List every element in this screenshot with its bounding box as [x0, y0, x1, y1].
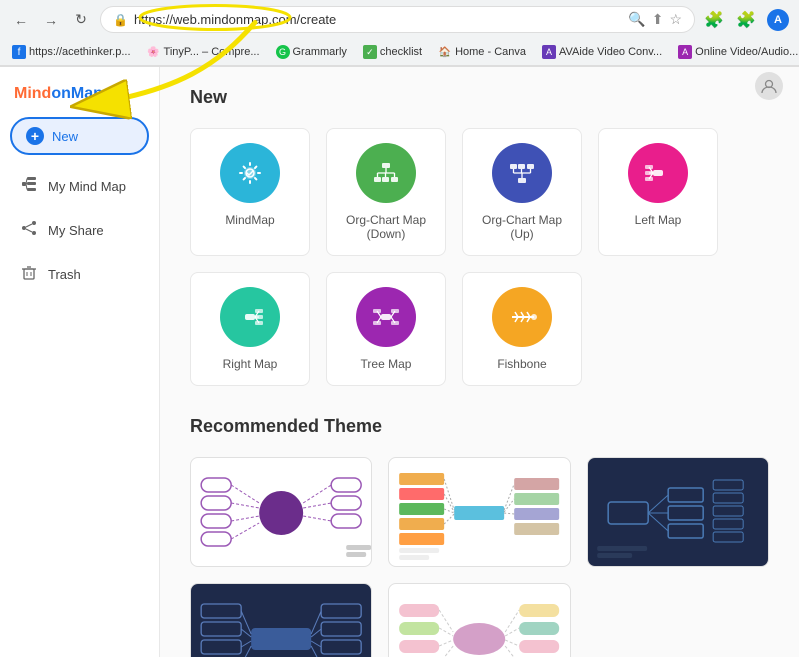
sidebar: MindonMap + New	[0, 67, 160, 657]
share-icon: ⬆	[652, 11, 664, 28]
mindmap-circle	[220, 143, 280, 203]
theme-preview-0	[191, 458, 371, 567]
bookmark-3[interactable]: ✓ checklist	[359, 43, 426, 61]
sidebar-item-trash[interactable]: Trash	[6, 253, 153, 296]
extension-btn[interactable]: 🧩	[701, 7, 727, 33]
search-icon: 🔍	[628, 11, 645, 28]
mindmap-label: MindMap	[225, 213, 274, 227]
orgup-label: Org-Chart Map (Up)	[477, 213, 567, 241]
fishbone-circle	[492, 287, 552, 347]
nav-buttons: ← → ↻	[8, 7, 94, 33]
bookmark-icon: ☆	[669, 11, 682, 28]
trash-label: Trash	[48, 267, 81, 282]
map-card-orgup[interactable]: Org-Chart Map (Up)	[462, 128, 582, 256]
orgup-circle	[492, 143, 552, 203]
trash-icon	[20, 263, 38, 286]
theme-card-2[interactable]	[587, 457, 769, 567]
map-card-orgdown[interactable]: Org-Chart Map (Down)	[326, 128, 446, 256]
recommended-title: Recommended Theme	[190, 416, 769, 437]
profile-area	[755, 72, 783, 100]
theme-card-3[interactable]	[190, 583, 372, 657]
bookmark-4[interactable]: 🏠 Home - Canva	[434, 43, 530, 61]
theme-preview-3	[191, 584, 371, 657]
theme-card-1[interactable]	[388, 457, 570, 567]
profile-btn[interactable]: A	[765, 7, 791, 33]
mymindmap-label: My Mind Map	[48, 179, 126, 194]
orgdown-circle	[356, 143, 416, 203]
bookmarks-bar: f https://acethinker.p... 🌸 TinyP... – C…	[0, 39, 799, 66]
app-container: MindonMap + New	[0, 67, 799, 657]
leftmap-circle	[628, 143, 688, 203]
main-content: New MindMap	[160, 67, 799, 657]
extension2-btn[interactable]: 🧩	[733, 7, 759, 33]
sidebar-item-myshare[interactable]: My Share	[6, 209, 153, 252]
bookmark-6[interactable]: A Online Video/Audio...	[674, 43, 799, 61]
orgdown-label: Org-Chart Map (Down)	[341, 213, 431, 241]
leftmap-label: Left Map	[635, 213, 682, 227]
map-card-rightmap[interactable]: Right Map	[190, 272, 310, 386]
treemap-label: Tree Map	[361, 357, 412, 371]
myshare-label: My Share	[48, 223, 104, 238]
sidebar-item-mymindmap[interactable]: My Mind Map	[6, 165, 153, 208]
map-card-mindmap[interactable]: MindMap	[190, 128, 310, 256]
share-icon	[20, 219, 38, 242]
new-section-title: New	[190, 87, 769, 108]
reload-button[interactable]: ↻	[68, 7, 94, 33]
lock-icon: 🔒	[113, 13, 128, 27]
treemap-circle	[356, 287, 416, 347]
theme-card-4[interactable]	[388, 583, 570, 657]
theme-preview-4	[389, 584, 569, 657]
browser-icons: 🧩 🧩 A	[701, 7, 791, 33]
mindmap-icon	[20, 175, 38, 198]
back-button[interactable]: ←	[8, 7, 34, 33]
logo: MindonMap	[0, 77, 159, 117]
browser-toolbar: ← → ↻ 🔒 🔍 ⬆ ☆ 🧩 🧩 A	[0, 0, 799, 39]
logo-text: MindonMap	[14, 85, 103, 103]
map-type-grid: MindMap	[190, 128, 769, 386]
bookmark-5[interactable]: A AVAide Video Conv...	[538, 43, 666, 61]
theme-card-0[interactable]	[190, 457, 372, 567]
rightmap-circle	[220, 287, 280, 347]
theme-preview-1	[389, 458, 569, 567]
theme-grid	[190, 457, 769, 657]
fishbone-label: Fishbone	[497, 357, 546, 371]
map-card-fishbone[interactable]: Fishbone	[462, 272, 582, 386]
bookmark-0[interactable]: f https://acethinker.p...	[8, 43, 135, 61]
browser-chrome: ← → ↻ 🔒 🔍 ⬆ ☆ 🧩 🧩 A f https	[0, 0, 799, 67]
forward-button[interactable]: →	[38, 7, 64, 33]
map-card-leftmap[interactable]: Left Map	[598, 128, 718, 256]
rightmap-label: Right Map	[223, 357, 278, 371]
theme-preview-2	[588, 458, 768, 567]
map-card-treemap[interactable]: Tree Map	[326, 272, 446, 386]
profile-icon[interactable]	[755, 72, 783, 100]
new-label: New	[52, 129, 78, 144]
new-button[interactable]: + New	[10, 117, 149, 155]
address-bar[interactable]: 🔒 🔍 ⬆ ☆	[100, 6, 695, 33]
bookmark-2[interactable]: G Grammarly	[272, 43, 351, 61]
url-input[interactable]	[134, 12, 622, 27]
new-icon: +	[26, 127, 44, 145]
bookmark-1[interactable]: 🌸 TinyP... – Compre...	[143, 43, 264, 61]
